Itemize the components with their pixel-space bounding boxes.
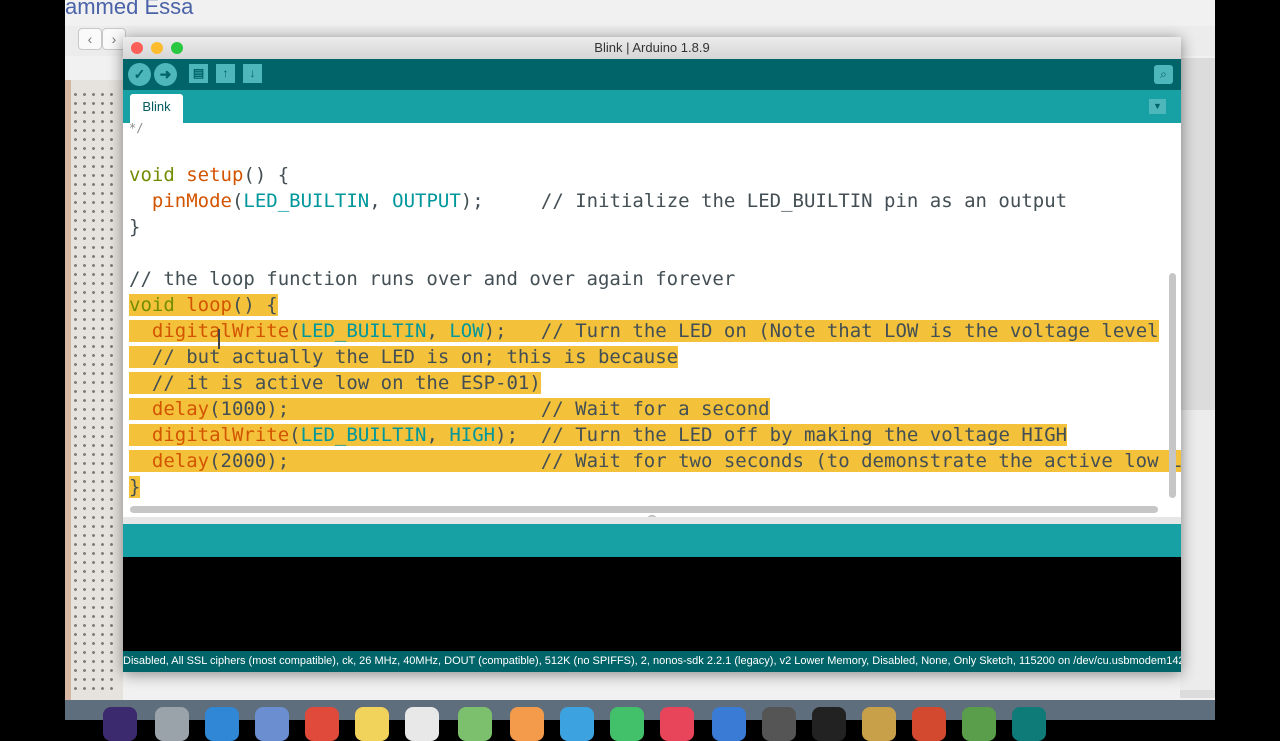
siri-icon[interactable] [103, 707, 137, 741]
code-line: */ [129, 123, 144, 135]
music-icon[interactable] [660, 707, 694, 741]
toolbar: ✓ ➜ ▤ ↑ ↓ ⌕ [123, 59, 1181, 90]
powerpoint-icon[interactable] [912, 707, 946, 741]
tab-menu-icon[interactable]: ▼ [1149, 99, 1166, 114]
save-icon[interactable]: ↓ [243, 64, 262, 83]
launchpad-icon[interactable] [155, 707, 189, 741]
mail-icon[interactable] [255, 707, 289, 741]
messages-icon[interactable] [560, 707, 594, 741]
notes-icon[interactable] [355, 707, 389, 741]
safari-icon[interactable] [205, 707, 239, 741]
splitter-handle[interactable] [647, 515, 657, 517]
appstore-icon[interactable] [712, 707, 746, 741]
code-line: pinMode(LED_BUILTIN, OUTPUT); // Initial… [151, 190, 1068, 212]
breadboard-holes [71, 90, 117, 690]
code-line: } [129, 216, 141, 238]
code-line-selected: delay(2000); // Wait for two seconds (to… [129, 448, 1181, 474]
horizontal-scrollbar[interactable] [130, 506, 1158, 513]
background-right-panel [1180, 410, 1215, 690]
back-icon[interactable]: ‹ [78, 28, 102, 50]
code-line-selected: digitalWrite(LED_BUILTIN, LOW); // Turn … [129, 318, 1159, 344]
tab-bar: Blink ▼ [123, 90, 1181, 123]
sublime-icon[interactable] [962, 707, 996, 741]
code-line-selected: void loop() { [129, 294, 278, 316]
text-cursor-icon [218, 329, 220, 349]
code-line-selected: // it is active low on the ESP-01) [129, 372, 541, 394]
code-line-selected: } [129, 476, 141, 498]
breadboard-image [65, 80, 123, 700]
title-bar: Blink | Arduino 1.8.9 [123, 37, 1181, 60]
new-file-icon[interactable]: ▤ [189, 64, 208, 83]
window-title: Blink | Arduino 1.8.9 [594, 40, 710, 55]
arduino-dock-icon[interactable] [1012, 707, 1046, 741]
upload-icon[interactable]: ➜ [154, 63, 177, 86]
code-line-selected: // but actually the LED is on; this is b… [129, 346, 679, 368]
code-line-selected: digitalWrite(LED_BUILTIN, HIGH); // Turn… [129, 422, 1068, 448]
board-info: Disabled, All SSL ciphers (most compatib… [123, 655, 1181, 667]
arduino-window: Blink | Arduino 1.8.9 ✓ ➜ ▤ ↑ ↓ ⌕ Blink … [123, 37, 1181, 672]
message-bar [123, 524, 1181, 557]
calendar-icon[interactable] [305, 707, 339, 741]
code-line: // the loop function runs over and over … [129, 268, 736, 290]
facetime-icon[interactable] [610, 707, 644, 741]
author-name: ammed Essa [65, 0, 194, 19]
code-line: void setup() { [129, 164, 290, 186]
tab-blink[interactable]: Blink [130, 94, 183, 123]
vertical-scrollbar[interactable] [1169, 273, 1176, 498]
verify-icon[interactable]: ✓ [128, 63, 151, 86]
photos-icon[interactable] [510, 707, 544, 741]
code-editor[interactable]: */ void setup() { pinMode(LED_BUILTIN, O… [123, 123, 1181, 517]
preview-icon[interactable] [862, 707, 896, 741]
status-bar: Disabled, All SSL ciphers (most compatib… [123, 651, 1181, 672]
reminders-icon[interactable] [405, 707, 439, 741]
maps-icon[interactable] [458, 707, 492, 741]
terminal-icon[interactable] [812, 707, 846, 741]
settings-icon[interactable] [762, 707, 796, 741]
code-line-selected: delay(1000); // Wait for a second [129, 396, 770, 422]
serial-monitor-icon[interactable]: ⌕ [1154, 65, 1173, 84]
console-output [123, 557, 1181, 651]
open-file-icon[interactable]: ↑ [216, 64, 235, 83]
